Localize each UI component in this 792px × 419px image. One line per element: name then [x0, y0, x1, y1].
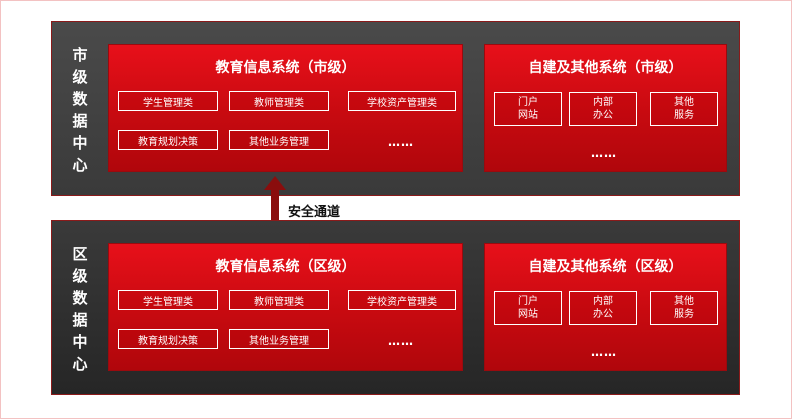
label-char: 据	[72, 311, 88, 329]
city-data-center-label: 市 级 数 据 中 心	[68, 44, 92, 176]
city-own-system-panel: 自建及其他系统（市级） 门户 网站 内部 办公 其他 服务 ……	[484, 44, 727, 172]
label-char: 心	[72, 156, 88, 174]
system-box: 学校资产管理类	[348, 91, 456, 111]
label-char: 据	[72, 112, 88, 130]
panel-title: 自建及其他系统（区级）	[528, 259, 683, 275]
label-char: 数	[72, 90, 88, 108]
panel-title: 教育信息系统（市级）	[215, 60, 356, 76]
more-ellipsis: ……	[591, 146, 617, 160]
label-char: 级	[72, 68, 88, 86]
panel-title: 自建及其他系统（市级）	[528, 60, 683, 76]
system-box: 学校资产管理类	[348, 290, 456, 310]
city-data-center-band: 市 级 数 据 中 心 教育信息系统（市级） 学生管理类 教师管理类 学校资产管…	[51, 21, 740, 196]
label-char: 级	[72, 267, 88, 285]
system-box: 其他业务管理	[229, 130, 329, 150]
panel-title: 教育信息系统（区级）	[215, 259, 356, 275]
more-ellipsis: ……	[388, 135, 414, 149]
label-char: 区	[72, 245, 88, 263]
label-char: 心	[72, 355, 88, 373]
label-char: 数	[72, 289, 88, 307]
district-edu-system-panel: 教育信息系统（区级） 学生管理类 教师管理类 学校资产管理类 教育规划决策 其他…	[108, 243, 463, 371]
system-box: 学生管理类	[118, 91, 218, 111]
district-data-center-label: 区 级 数 据 中 心	[68, 243, 92, 375]
system-box: 教育规划决策	[118, 130, 218, 150]
more-ellipsis: ……	[388, 334, 414, 348]
city-edu-system-panel: 教育信息系统（市级） 学生管理类 教师管理类 学校资产管理类 教育规划决策 其他…	[108, 44, 463, 172]
system-box: 其他 服务	[650, 92, 718, 126]
label-char: 中	[72, 333, 88, 351]
system-box: 教师管理类	[229, 290, 329, 310]
label-char: 市	[72, 46, 88, 64]
security-channel-label: 安全通道	[288, 205, 341, 220]
system-box: 教师管理类	[229, 91, 329, 111]
system-box: 门户 网站	[494, 92, 562, 126]
system-box: 教育规划决策	[118, 329, 218, 349]
district-data-center-band: 区 级 数 据 中 心 教育信息系统（区级） 学生管理类 教师管理类 学校资产管…	[51, 220, 740, 395]
system-box: 内部 办公	[569, 92, 637, 126]
system-box: 门户 网站	[494, 291, 562, 325]
district-own-system-panel: 自建及其他系统（区级） 门户 网站 内部 办公 其他 服务 ……	[484, 243, 727, 371]
label-char: 中	[72, 134, 88, 152]
more-ellipsis: ……	[591, 345, 617, 359]
system-box: 其他 服务	[650, 291, 718, 325]
system-box: 学生管理类	[118, 290, 218, 310]
system-box: 内部 办公	[569, 291, 637, 325]
system-box: 其他业务管理	[229, 329, 329, 349]
